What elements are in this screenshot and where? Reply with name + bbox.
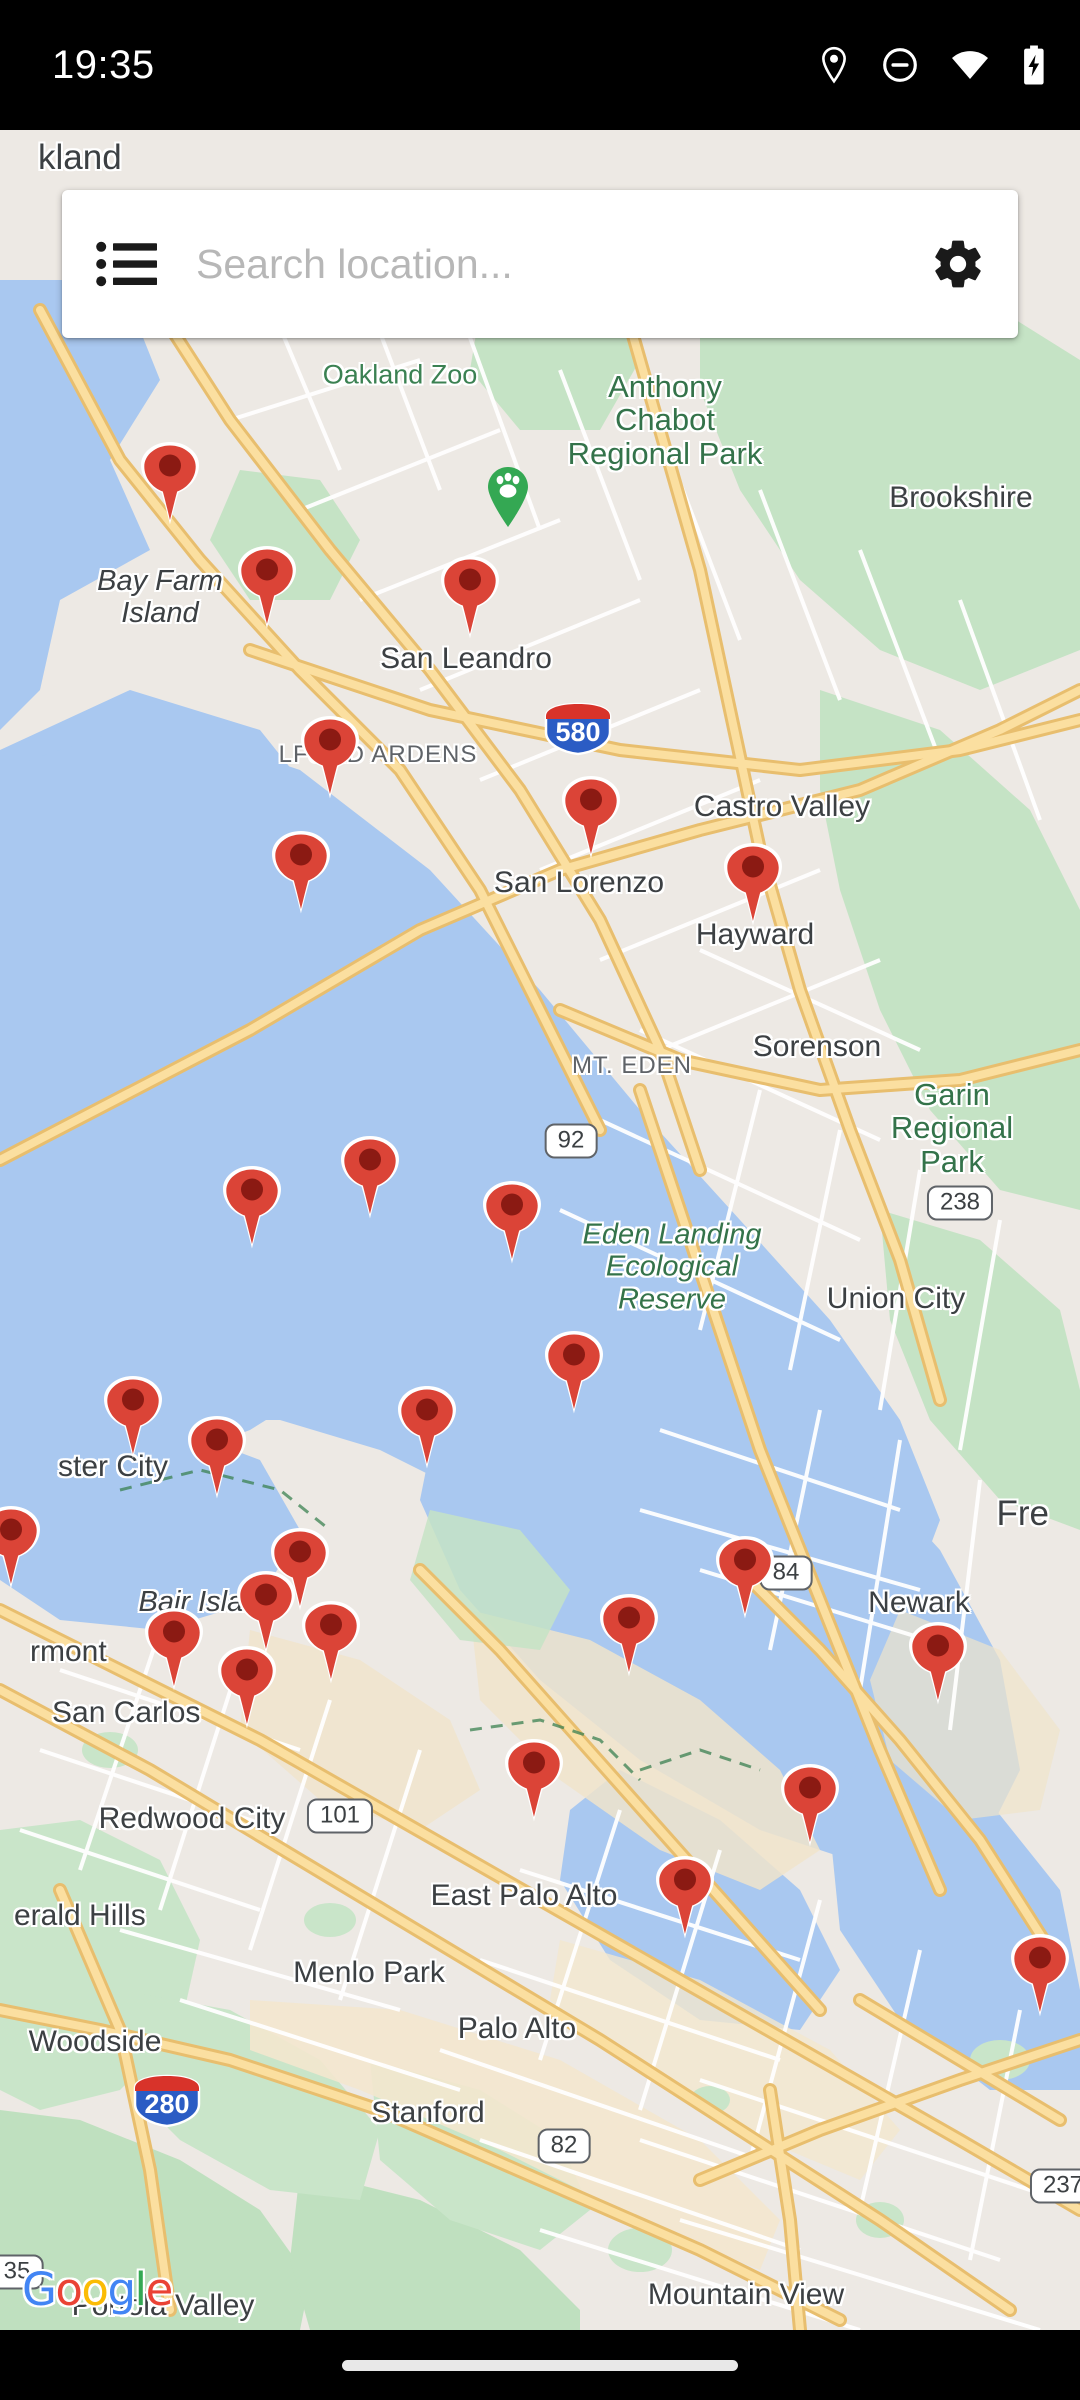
list-menu-icon[interactable] bbox=[96, 240, 160, 288]
google-logo-letter: g bbox=[107, 2263, 136, 2316]
map-pin-marker[interactable] bbox=[0, 1504, 42, 1590]
map-pin-marker[interactable] bbox=[236, 544, 298, 630]
google-logo-letter: l bbox=[134, 2263, 148, 2316]
do-not-disturb-icon bbox=[883, 48, 917, 82]
gear-icon[interactable] bbox=[930, 236, 986, 292]
map-pin-marker[interactable] bbox=[543, 1329, 605, 1415]
navigation-bar bbox=[0, 2330, 1080, 2400]
map-pin-marker[interactable] bbox=[714, 1534, 776, 1620]
map-pin-marker[interactable] bbox=[1009, 1932, 1071, 2018]
phone-screen: kland Oakland Zoo Anthony Chabot Regional … bbox=[0, 0, 1080, 2400]
map-pin-marker[interactable] bbox=[396, 1384, 458, 1470]
map-pin-marker[interactable] bbox=[235, 1569, 297, 1655]
map-pin-marker[interactable] bbox=[143, 1606, 205, 1692]
home-gesture-pill[interactable] bbox=[342, 2359, 738, 2371]
map-pin-marker[interactable] bbox=[722, 841, 784, 927]
battery-charging-icon bbox=[1024, 45, 1044, 85]
map-pin-marker[interactable] bbox=[300, 1599, 362, 1685]
map-pin-marker[interactable] bbox=[907, 1620, 969, 1706]
map-pin-marker[interactable] bbox=[481, 1179, 543, 1265]
google-logo-letter: e bbox=[145, 2263, 174, 2316]
paw-print-icon[interactable] bbox=[485, 466, 531, 528]
map-pin-marker[interactable] bbox=[299, 714, 361, 800]
google-attribution: Google bbox=[22, 2267, 173, 2312]
map-pin-marker[interactable] bbox=[779, 1762, 841, 1848]
google-logo-letter: G bbox=[22, 2263, 57, 2316]
map-canvas[interactable]: kland Oakland Zoo Anthony Chabot Regional … bbox=[0, 130, 1080, 2330]
search-input[interactable] bbox=[160, 240, 930, 288]
status-bar: 19:35 bbox=[0, 0, 1080, 130]
map-pin-marker[interactable] bbox=[503, 1737, 565, 1823]
map-pin-marker[interactable] bbox=[270, 829, 332, 915]
location-pin-icon bbox=[822, 46, 846, 84]
status-clock: 19:35 bbox=[52, 42, 155, 87]
map-pin-marker[interactable] bbox=[102, 1374, 164, 1460]
map-pin-marker[interactable] bbox=[139, 440, 201, 526]
status-icons bbox=[819, 45, 1046, 85]
map-pin-marker[interactable] bbox=[339, 1134, 401, 1220]
map-pin-marker[interactable] bbox=[439, 554, 501, 640]
wifi-icon bbox=[952, 51, 988, 80]
google-logo-letter: o bbox=[55, 2263, 83, 2316]
map-pin-marker[interactable] bbox=[560, 774, 622, 860]
map-pin-marker[interactable] bbox=[186, 1414, 248, 1500]
map-pin-marker[interactable] bbox=[654, 1854, 716, 1940]
search-bar[interactable] bbox=[62, 190, 1018, 338]
map-pin-marker[interactable] bbox=[216, 1644, 278, 1730]
map-pin-marker[interactable] bbox=[221, 1164, 283, 1250]
map-pin-marker[interactable] bbox=[598, 1592, 660, 1678]
google-logo-letter: o bbox=[81, 2263, 109, 2316]
